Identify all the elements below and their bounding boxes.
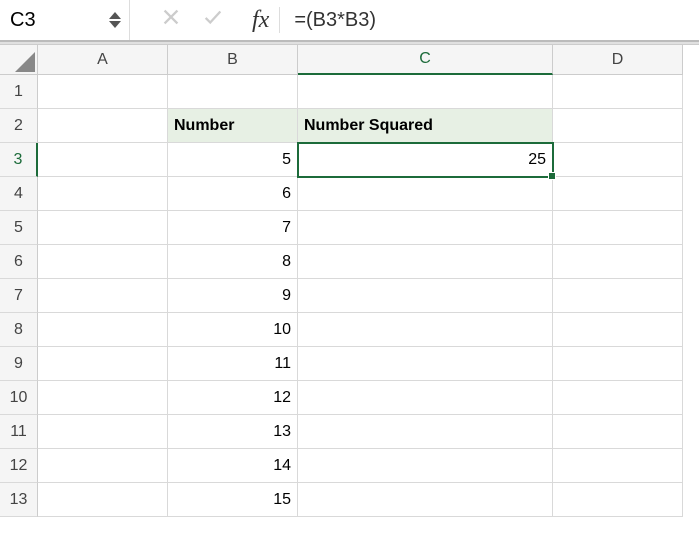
- cell-D2[interactable]: [553, 109, 683, 143]
- cell-C6[interactable]: [298, 245, 553, 279]
- row: 8 10: [0, 313, 699, 347]
- row: 9 11: [0, 347, 699, 381]
- cell-A3[interactable]: [38, 143, 168, 177]
- row-header-12[interactable]: 12: [0, 449, 38, 483]
- formula-text: =(B3*B3): [294, 9, 376, 32]
- fx-label[interactable]: fx: [242, 7, 279, 34]
- cell-C1[interactable]: [298, 75, 553, 109]
- row-header-2[interactable]: 2: [0, 109, 38, 143]
- row-header-13[interactable]: 13: [0, 483, 38, 517]
- cell-D5[interactable]: [553, 211, 683, 245]
- row-header-1[interactable]: 1: [0, 75, 38, 109]
- cell-A2[interactable]: [38, 109, 168, 143]
- row: 2 NumberNumber Squared: [0, 109, 699, 143]
- cell-B1[interactable]: [168, 75, 298, 109]
- column-header-row: ABCD: [0, 45, 699, 75]
- enter-icon[interactable]: [202, 6, 224, 34]
- cell-B2[interactable]: Number: [168, 109, 298, 143]
- cell-B4[interactable]: 6: [168, 177, 298, 211]
- row-header-7[interactable]: 7: [0, 279, 38, 313]
- cell-A12[interactable]: [38, 449, 168, 483]
- cancel-icon[interactable]: [160, 6, 182, 34]
- cell-C5[interactable]: [298, 211, 553, 245]
- cell-B10[interactable]: 12: [168, 381, 298, 415]
- cell-B6[interactable]: 8: [168, 245, 298, 279]
- name-box[interactable]: C3: [0, 0, 130, 40]
- cell-B11[interactable]: 13: [168, 415, 298, 449]
- cell-B12[interactable]: 14: [168, 449, 298, 483]
- row-header-10[interactable]: 10: [0, 381, 38, 415]
- cell-C11[interactable]: [298, 415, 553, 449]
- chevron-down-icon[interactable]: [109, 21, 121, 28]
- row: 11 13: [0, 415, 699, 449]
- cell-D8[interactable]: [553, 313, 683, 347]
- name-box-spinner[interactable]: [109, 0, 121, 40]
- row-header-4[interactable]: 4: [0, 177, 38, 211]
- row: 13 15: [0, 483, 699, 517]
- cell-A7[interactable]: [38, 279, 168, 313]
- row: 79: [0, 279, 699, 313]
- formula-input[interactable]: =(B3*B3): [280, 0, 699, 40]
- cell-B7[interactable]: 9: [168, 279, 298, 313]
- cell-D10[interactable]: [553, 381, 683, 415]
- name-box-value: C3: [10, 9, 36, 32]
- cell-D12[interactable]: [553, 449, 683, 483]
- column-header-D[interactable]: D: [553, 45, 683, 75]
- row: 68: [0, 245, 699, 279]
- cell-A8[interactable]: [38, 313, 168, 347]
- cell-A5[interactable]: [38, 211, 168, 245]
- row-header-5[interactable]: 5: [0, 211, 38, 245]
- cell-D4[interactable]: [553, 177, 683, 211]
- formula-bar: C3 fx =(B3*B3): [0, 0, 699, 42]
- cell-D11[interactable]: [553, 415, 683, 449]
- cell-C9[interactable]: [298, 347, 553, 381]
- column-header-C[interactable]: C: [298, 45, 553, 75]
- row: 1: [0, 75, 699, 109]
- cell-D13[interactable]: [553, 483, 683, 517]
- cell-C2[interactable]: Number Squared: [298, 109, 553, 143]
- row: 46: [0, 177, 699, 211]
- row: 12 14: [0, 449, 699, 483]
- select-all-corner[interactable]: [0, 45, 38, 75]
- row: 3 525: [0, 143, 699, 177]
- row-header-11[interactable]: 11: [0, 415, 38, 449]
- formula-bar-actions: [130, 0, 242, 40]
- cell-B9[interactable]: 11: [168, 347, 298, 381]
- cell-A11[interactable]: [38, 415, 168, 449]
- row-header-6[interactable]: 6: [0, 245, 38, 279]
- cell-D1[interactable]: [553, 75, 683, 109]
- row-header-3[interactable]: 3: [0, 143, 38, 177]
- cell-D9[interactable]: [553, 347, 683, 381]
- row: 57: [0, 211, 699, 245]
- chevron-up-icon[interactable]: [109, 12, 121, 19]
- spreadsheet-grid[interactable]: ABCD 12NumberNumber Squared3525465768798…: [0, 45, 699, 517]
- cell-D7[interactable]: [553, 279, 683, 313]
- cell-B13[interactable]: 15: [168, 483, 298, 517]
- cell-B3[interactable]: 5: [168, 143, 298, 177]
- cell-C13[interactable]: [298, 483, 553, 517]
- fill-handle[interactable]: [548, 172, 556, 180]
- cell-B8[interactable]: 10: [168, 313, 298, 347]
- cell-A13[interactable]: [38, 483, 168, 517]
- cell-A4[interactable]: [38, 177, 168, 211]
- row: 10 12: [0, 381, 699, 415]
- cell-A9[interactable]: [38, 347, 168, 381]
- column-header-A[interactable]: A: [38, 45, 168, 75]
- row-header-8[interactable]: 8: [0, 313, 38, 347]
- cell-D3[interactable]: [553, 143, 683, 177]
- cell-C7[interactable]: [298, 279, 553, 313]
- cell-D6[interactable]: [553, 245, 683, 279]
- row-header-9[interactable]: 9: [0, 347, 38, 381]
- column-header-B[interactable]: B: [168, 45, 298, 75]
- cell-A6[interactable]: [38, 245, 168, 279]
- cell-C3[interactable]: 25: [298, 143, 553, 177]
- cell-C10[interactable]: [298, 381, 553, 415]
- cell-A1[interactable]: [38, 75, 168, 109]
- cell-C4[interactable]: [298, 177, 553, 211]
- cell-B5[interactable]: 7: [168, 211, 298, 245]
- cell-C12[interactable]: [298, 449, 553, 483]
- cell-A10[interactable]: [38, 381, 168, 415]
- cell-C8[interactable]: [298, 313, 553, 347]
